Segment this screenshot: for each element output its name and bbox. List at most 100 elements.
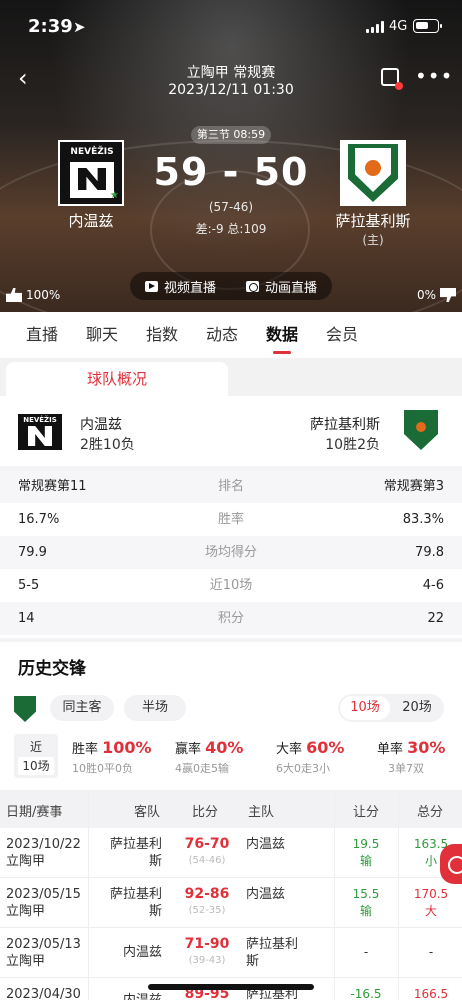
stats-right: 22 [427,611,444,626]
period-badge: 第三节 08:59 [191,126,271,144]
floating-action-button[interactable] [440,844,462,884]
logo-mark [28,426,52,446]
like-button[interactable]: 100% [6,288,60,302]
head-to-head: 历史交锋 同主客 半场 10场 20场 近 10场 胜率 100% 10胜0平0… [0,642,462,1000]
status-bar: 2:39 ➤ 4G [0,0,462,56]
thumbs-down-icon [440,288,456,302]
game-halftime: (54-46) [188,855,226,866]
stats-right: 4-6 [422,578,444,593]
dislike-pct: 0% [416,288,436,302]
stats-row: 14 积分 22 [0,602,462,635]
stats-row: 16.7% 胜率 83.3% [0,503,462,536]
more-icon[interactable]: ••• [415,64,453,88]
col-score: 比分 [192,805,219,820]
overview-home-name: 萨拉基利斯 [310,417,380,433]
notification-dot [395,82,403,90]
kpi-label: 单率 [377,742,404,757]
animation-icon [245,280,259,292]
home-team-name[interactable]: 萨拉基利斯 [318,210,428,231]
total-value: - [428,945,434,959]
games-count-toggle: 10场 20场 [338,694,444,722]
table-row[interactable]: 2023/10/22 立陶甲 萨拉基利斯 76-70 (54-46) 内温兹 19… [0,828,462,878]
tab-data[interactable]: 数据 [252,312,312,358]
tab-feed[interactable]: 动态 [192,312,252,358]
away-logo-text: NEVĖŽIS [70,147,114,157]
filter-same-host[interactable]: 同主客 [50,695,114,721]
tab-odds[interactable]: 指数 [132,312,192,358]
league: 立陶甲 [6,954,46,969]
league: 立陶甲 [6,854,46,869]
kpi-sub: 3单7双 [388,762,424,775]
team-overview: NEVĖŽIS 内温兹 2胜10负 萨拉基利斯 10胜2负 [0,396,462,466]
home-team: 萨拉基利斯 [246,937,299,969]
kpi-sub: 4赢0走5输 [175,762,229,775]
history-title: 历史交锋 [18,659,86,679]
col-handicap: 让分 [353,805,380,820]
location-icon: ➤ [73,18,86,36]
game-score: 92-86 [184,886,230,902]
divider [334,790,335,1000]
match-page: { "status_bar": {"time": "2:39", "networ… [0,0,462,1000]
animation-live-label: 动画直播 [264,280,317,296]
handicap: 15.5 输 [335,886,397,920]
battery-icon [413,19,442,33]
col-date: 日期/赛事 [6,805,63,820]
animation-live-button[interactable]: 动画直播 [245,277,317,296]
tab-chat[interactable]: 聊天 [72,312,132,358]
away-team: 萨拉基利斯 [109,887,162,919]
stats-label: 近10场 [209,578,253,593]
video-live-button[interactable]: 视频直播 [144,277,216,296]
home-mini-logo [404,410,438,450]
stats-label: 场均得分 [204,545,257,560]
date: 2023/10/22 [6,837,81,852]
home-team: 内温兹 [246,837,286,852]
kpi-sub: 10胜0平0负 [72,762,133,775]
tab-team-overview[interactable]: 球队概况 [6,362,228,396]
filter-half[interactable]: 半场 [124,695,186,721]
seg-20-games[interactable]: 20场 [392,696,442,720]
overview-home-record: 10胜2负 [325,437,380,453]
away-team-logo[interactable]: NEVĖŽIS ★ [58,140,124,206]
screen-record-icon[interactable] [381,68,403,90]
recent-games-selector[interactable]: 近 10场 [14,734,58,778]
handicap-result: 输 [359,854,372,868]
game-score: 76-70 [184,836,230,852]
away-team: 内温兹 [122,945,162,960]
history-team-logo[interactable] [14,696,36,722]
total: 170.5 大 [400,886,462,920]
play-icon [144,280,158,292]
overview-away-record: 2胜10负 [80,437,135,453]
away-team: 萨拉基利斯 [109,837,162,869]
kpi-value: 100% [102,738,152,757]
home-team: 内温兹 [246,887,286,902]
home-team-logo[interactable] [340,140,406,206]
match-header: 2:39 ➤ 4G ‹ 立陶甲 常规赛 2023/12/11 01:30 •••… [0,0,462,312]
kpi-over-rate: 大率 60% [276,738,344,757]
table-row[interactable]: 2023/05/15 立陶甲 萨拉基利斯 92-86 (52-35) 内温兹 15… [0,878,462,928]
thumbs-up-icon [6,288,22,302]
handicap-value: 19.5 [352,837,380,851]
game-date: 2023/05/13 立陶甲 [6,936,81,970]
recent-label: 近 [29,740,42,754]
date: 2023/05/13 [6,937,81,952]
live-buttons: 视频直播 动画直播 [130,272,332,300]
kpi-value: 30% [407,738,446,757]
handicap-value: 15.5 [352,887,380,901]
away-mini-logo-text: NEVĖŽIS [23,416,57,424]
table-row[interactable]: 2023/05/13 立陶甲 内温兹 71-90 (39-43) 萨拉基利斯 - … [0,928,462,978]
stats-right: 83.3% [402,512,444,527]
total-value: 166.5 [413,987,449,1000]
tab-vip[interactable]: 会员 [312,312,372,358]
dislike-button[interactable]: 0% [417,288,456,302]
handicap: 19.5 输 [335,836,397,870]
tab-live[interactable]: 直播 [12,312,72,358]
game-halftime: (52-35) [188,905,226,916]
seg-10-games[interactable]: 10场 [340,696,390,720]
away-team-name[interactable]: 内温兹 [36,210,146,231]
kpi-label: 大率 [276,742,303,757]
total-value: 170.5 [413,887,449,901]
divider [88,790,89,1000]
home-indicator[interactable] [148,984,314,990]
kpi-value: 40% [205,738,244,757]
handicap-result: 输 [359,904,372,918]
